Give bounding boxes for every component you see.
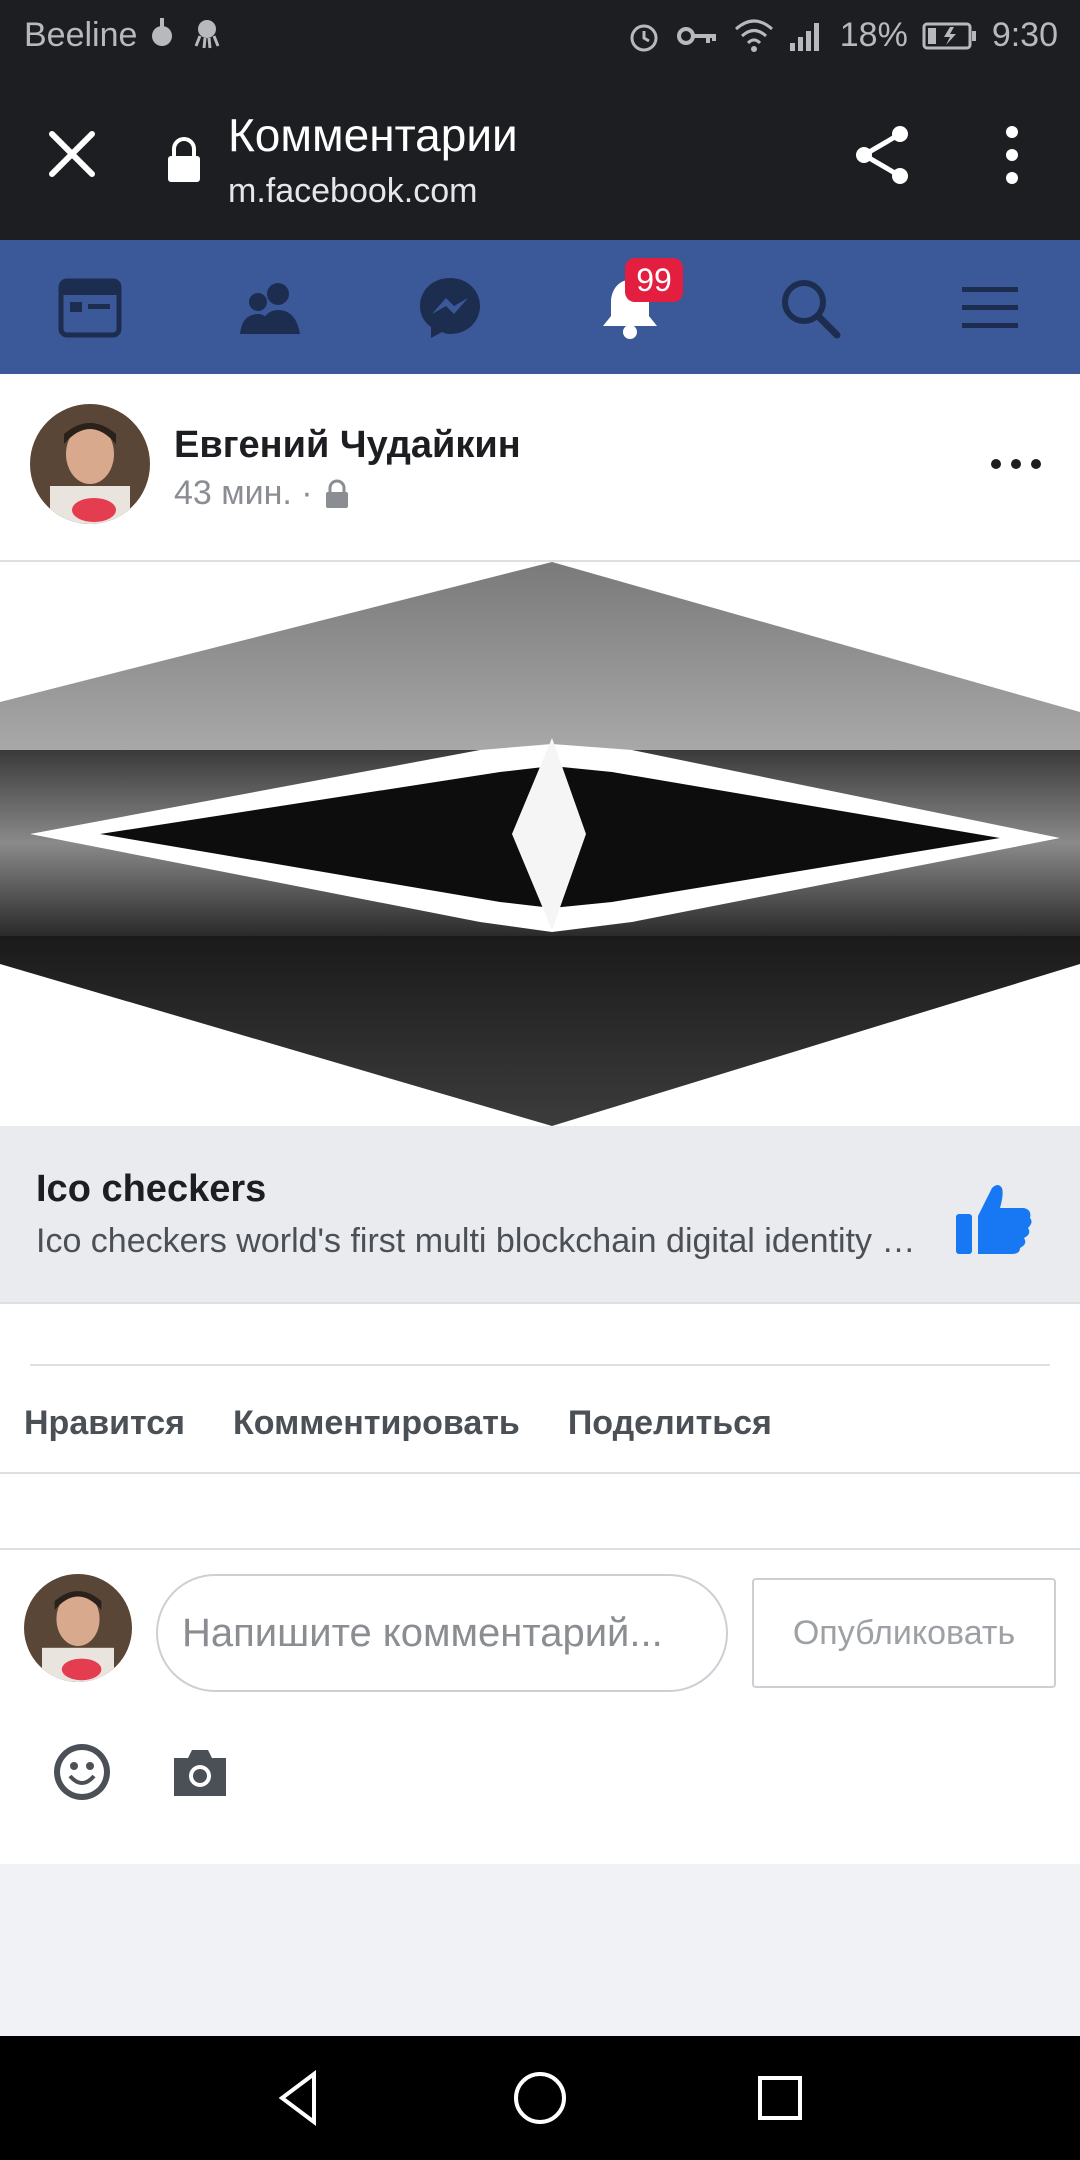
carrier-name: Beeline [24, 16, 138, 54]
post-actions: Нравится Комментировать Поделиться [0, 1374, 1080, 1474]
post-timestamp[interactable]: 43 мин. · [174, 474, 313, 513]
messenger-icon[interactable] [412, 270, 488, 346]
status-bar: Beeline 18% 9:30 [0, 0, 1080, 72]
facebook-nav-bar [0, 240, 1080, 374]
status-right-icons: 18% 9:30 [626, 16, 1058, 55]
alarm-icon [630, 24, 658, 51]
recents-icon[interactable] [748, 2066, 812, 2130]
like-thumb-icon[interactable] [954, 1180, 1034, 1260]
link-description: Ico checkers world's first multi blockch… [36, 1222, 916, 1260]
notification-badge: 99 [625, 258, 683, 302]
home-icon[interactable] [508, 2066, 572, 2130]
post-card: Евгений Чудайкин 43 мин. · Ico checkers … [0, 374, 1080, 1864]
actions-divider [30, 1364, 1050, 1366]
vpn-key-icon [676, 26, 716, 45]
emoji-icon[interactable] [50, 1740, 114, 1804]
comment-input[interactable] [156, 1574, 728, 1692]
like-button[interactable]: Нравится [24, 1404, 185, 1443]
android-bug-icon [152, 18, 172, 46]
friends-icon[interactable] [232, 270, 308, 346]
back-icon[interactable] [268, 2066, 332, 2130]
comment-button[interactable]: Комментировать [233, 1404, 520, 1443]
more-vert-icon[interactable] [990, 122, 1034, 188]
user-avatar [24, 1574, 132, 1682]
shared-link-image[interactable] [0, 562, 1080, 1126]
menu-icon[interactable] [952, 270, 1028, 346]
system-nav-bar [0, 2036, 1080, 2160]
lock-icon [168, 137, 200, 182]
comment-composer: Опубликовать [0, 1548, 1080, 1864]
status-notification-icons [148, 16, 224, 50]
share-icon[interactable] [850, 122, 916, 188]
post-header: Евгений Чудайкин 43 мин. · [0, 374, 1080, 562]
link-title: Ico checkers [36, 1168, 267, 1210]
search-icon[interactable] [772, 270, 848, 346]
page-url[interactable]: m.facebook.com [228, 172, 477, 211]
camera-icon[interactable] [170, 1746, 230, 1800]
battery-percent: 18% [839, 16, 908, 54]
clock: 9:30 [991, 16, 1058, 54]
author-avatar[interactable] [30, 404, 150, 524]
publish-button[interactable]: Опубликовать [752, 1578, 1056, 1688]
battery-charging-icon [922, 22, 976, 49]
link-preview[interactable]: Ico checkers Ico checkers world's first … [0, 1126, 1080, 1304]
post-options-icon[interactable] [986, 444, 1046, 484]
signal-icon [789, 22, 819, 51]
page-title: Комментарии [228, 109, 518, 161]
privacy-lock-icon [325, 479, 348, 508]
wifi-icon [734, 19, 773, 52]
octopus-icon [194, 20, 220, 49]
close-icon[interactable] [40, 122, 104, 186]
post-author[interactable]: Евгений Чудайкин [174, 424, 521, 467]
browser-toolbar: Комментарии m.facebook.com [0, 72, 1080, 240]
news-feed-icon[interactable] [52, 270, 128, 346]
post-meta: 43 мин. · [174, 474, 349, 513]
share-button[interactable]: Поделиться [568, 1404, 772, 1443]
